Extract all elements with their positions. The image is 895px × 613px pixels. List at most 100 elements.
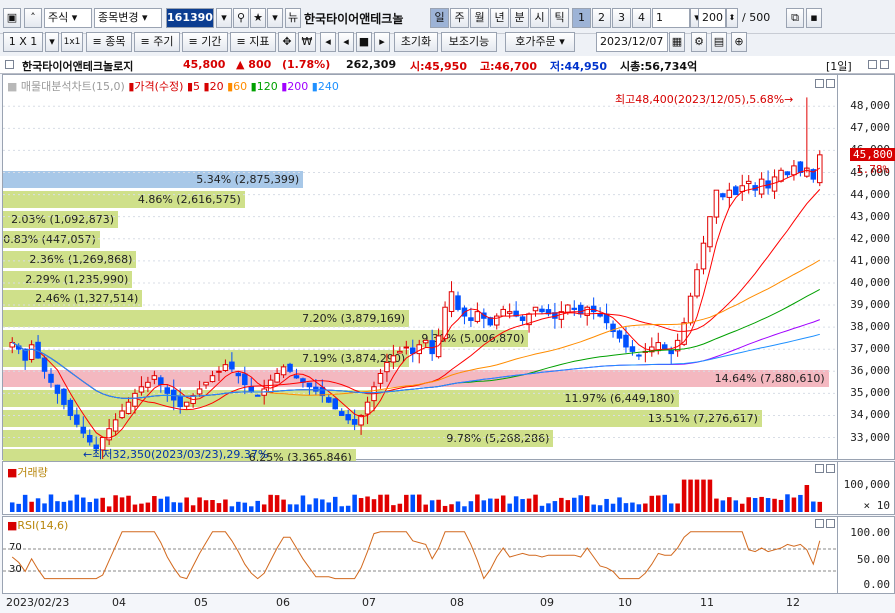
order-button[interactable]: 호가주문 ▾ — [505, 32, 575, 52]
next-icon[interactable]: ▸ — [374, 32, 390, 52]
layout-icon[interactable]: 1x1 — [61, 32, 83, 52]
price-tick: 37,000 — [850, 342, 890, 356]
candle-body — [274, 372, 280, 383]
period-day[interactable]: 일 — [430, 8, 449, 28]
type-select[interactable]: 종목변경 ▾ — [94, 8, 162, 28]
date-input[interactable]: 2023/12/07 — [596, 32, 668, 52]
current-price-tag: 45,800 — [850, 147, 895, 161]
rsi-maximize-icon[interactable] — [815, 519, 824, 528]
volume-bar — [429, 500, 435, 512]
gear-icon[interactable]: ⚙ — [691, 32, 707, 52]
star-icon[interactable]: ★ — [250, 8, 266, 28]
code-dropdown-icon[interactable]: ▾ — [216, 8, 232, 28]
candle-body — [287, 363, 293, 372]
save-icon[interactable]: ▪ — [806, 8, 822, 28]
scale-button[interactable]: 1 X 1 — [3, 32, 43, 52]
interval-select[interactable]: 1 — [652, 8, 690, 28]
volume-bar — [313, 498, 319, 512]
volume-bar — [365, 496, 370, 512]
chevron-down-icon[interactable]: ▾ — [267, 8, 283, 28]
chevron-up-icon[interactable]: ˄ — [24, 8, 42, 28]
total-count: / 500 — [742, 11, 771, 24]
period-minute[interactable]: 분 — [510, 8, 529, 28]
stock-code-input[interactable]: 161390 — [166, 8, 214, 28]
volume-bar — [55, 501, 60, 512]
candle-body — [720, 193, 726, 198]
volume-chart-svg — [9, 479, 823, 512]
count-spinner-icon[interactable]: ⬍ — [726, 8, 738, 28]
volume-bar — [9, 502, 15, 512]
volume-bar — [714, 498, 719, 512]
preset-4[interactable]: 4 — [632, 8, 651, 28]
volume-bar — [145, 502, 151, 512]
minimize-icon[interactable] — [868, 60, 877, 69]
candle-body — [164, 387, 171, 394]
new-window-icon[interactable]: ⧉ — [786, 8, 804, 28]
volume-bar — [416, 494, 422, 512]
volume-maximize-icon[interactable] — [815, 464, 824, 473]
candle-body — [151, 375, 158, 380]
candle-body — [384, 361, 390, 373]
count-input[interactable]: 200 — [698, 8, 726, 28]
grid-settings-icon[interactable]: ▤ — [711, 32, 727, 52]
preset-1[interactable]: 1 — [572, 8, 591, 28]
volume-pane[interactable]: ■거래량 — [2, 461, 838, 515]
candle-body — [196, 388, 203, 395]
candle-body — [28, 344, 35, 360]
period-week[interactable]: 주 — [450, 8, 469, 28]
volume-bar — [300, 495, 306, 512]
price-tick: 33,000 — [850, 430, 890, 444]
preset-2[interactable]: 2 — [592, 8, 611, 28]
zoom-icon[interactable]: ⊕ — [731, 32, 747, 52]
volume-close-icon[interactable] — [826, 464, 835, 473]
price-pane[interactable]: ■ 매물대분석차트(15,0) ▮가격(수정) ▮5 ▮20 ▮60 ▮120 … — [2, 74, 838, 467]
candle-body — [112, 419, 119, 432]
search-icon[interactable]: ⚲ — [233, 8, 249, 28]
volume-bar — [436, 499, 441, 512]
prev-icon[interactable]: ◂ — [338, 32, 354, 52]
aux-button[interactable]: 보조기능 — [441, 32, 497, 52]
x-label: 08 — [450, 596, 464, 609]
rsi-close-icon[interactable] — [826, 519, 835, 528]
market-select[interactable]: 주식 ▾ — [44, 8, 92, 28]
volume-bar — [29, 501, 34, 512]
volume-bar — [358, 498, 364, 512]
checkbox-icon[interactable] — [5, 60, 14, 69]
period-tick[interactable]: 틱 — [550, 8, 569, 28]
period-month[interactable]: 월 — [470, 8, 489, 28]
price-tick: 36,000 — [850, 364, 890, 378]
moving-average-line — [11, 288, 821, 399]
volume-bar — [520, 499, 525, 512]
move-icon[interactable]: ✥ — [278, 32, 296, 52]
volume-axis: 100,000 × 10 — [838, 461, 895, 515]
calendar-icon[interactable]: ▦ — [669, 32, 685, 52]
candle-body — [422, 339, 429, 344]
scale-dropdown-icon[interactable]: ▾ — [45, 32, 59, 52]
candle-body — [364, 401, 371, 415]
volume-bar — [500, 495, 506, 512]
close-icon[interactable] — [880, 60, 889, 69]
period-hour[interactable]: 시 — [530, 8, 549, 28]
indicator-button[interactable]: ≡ 지표 — [230, 32, 276, 52]
period-year[interactable]: 년 — [490, 8, 509, 28]
news-icon[interactable]: 뉴 — [285, 8, 301, 28]
cycle-button[interactable]: ≡ 주기 — [134, 32, 180, 52]
volume-bar — [513, 496, 519, 512]
rsi-pane[interactable]: ■RSI(14,6) 70 30 — [2, 516, 838, 594]
volume-bar — [197, 497, 202, 512]
volume-bar — [617, 497, 622, 512]
window-menu-icon[interactable]: ▣ — [3, 8, 21, 28]
reset-button[interactable]: 초기화 — [394, 32, 438, 52]
candle-body — [700, 242, 707, 270]
x-label: 11 — [700, 596, 714, 609]
current-pct-tag: 1.78% — [856, 162, 890, 176]
items-button[interactable]: ≡ 종목 — [86, 32, 132, 52]
won-icon[interactable]: ₩ — [298, 32, 316, 52]
pane-maximize-icon[interactable] — [815, 79, 824, 88]
preset-3[interactable]: 3 — [612, 8, 631, 28]
pane-close-icon[interactable] — [826, 79, 835, 88]
range-button[interactable]: ≡ 기간 — [182, 32, 228, 52]
candle-body — [177, 396, 183, 408]
stop-icon[interactable]: ■ — [356, 32, 372, 52]
rewind-icon[interactable]: ◂ — [320, 32, 336, 52]
